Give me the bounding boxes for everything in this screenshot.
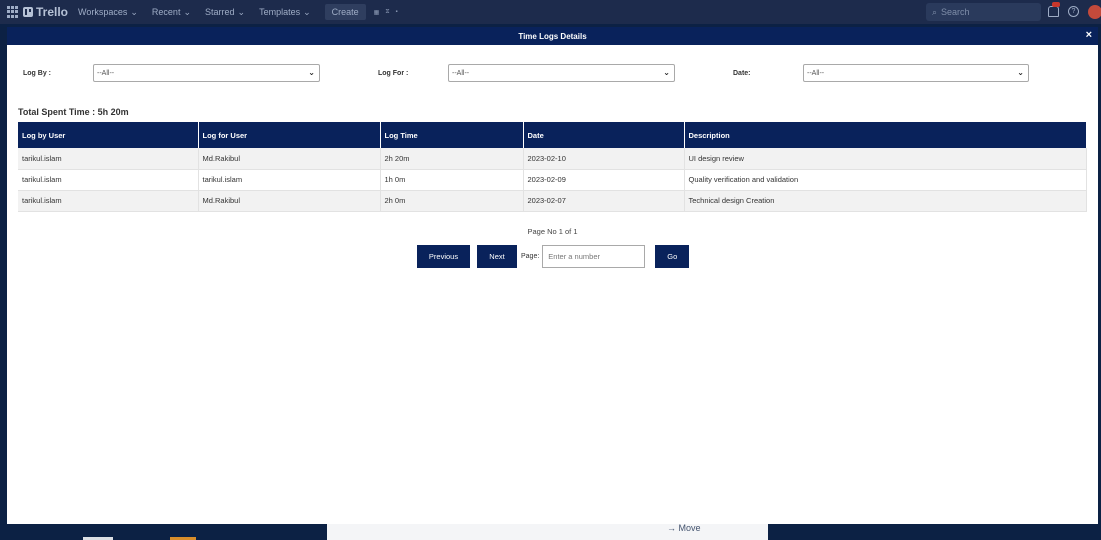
table-cell: 2h 0m (380, 190, 524, 212)
date-label: Date: (733, 70, 751, 77)
page-label: Page: (521, 253, 540, 260)
nav-starred-label: Starred (205, 7, 235, 17)
log-by-value: --All-- (97, 69, 115, 77)
pagination-controls: Previous Next Page: Enter a number Go (417, 245, 690, 268)
nav-recent-label: Recent (151, 7, 181, 17)
trello-logo-icon (23, 7, 33, 17)
close-icon[interactable]: × (1086, 29, 1092, 41)
time-logs-table: Log by User Log for User Log Time Date D… (18, 122, 1087, 212)
extension-icon[interactable]: ▪ (396, 9, 398, 15)
table-cell: tarikul.islam (18, 148, 199, 170)
table-cell: Quality verification and validation (684, 169, 1087, 191)
nav-recent[interactable]: Recent ⌄ (152, 7, 191, 18)
modal-title: Time Logs Details (518, 31, 587, 41)
table-cell: Md.Rakibul (198, 148, 381, 170)
help-icon[interactable]: ? (1068, 6, 1079, 17)
page-number-input[interactable]: Enter a number (542, 245, 646, 268)
table-cell: tarikul.islam (18, 169, 199, 191)
table-cell: Technical design Creation (684, 190, 1087, 212)
chevron-down-icon: ⌄ (183, 6, 191, 17)
table-row: tarikul.islam Md.Rakibul 2h 20m 2023-02-… (18, 148, 1087, 170)
nav-workspaces[interactable]: Workspaces ⌄ (78, 7, 138, 18)
move-link[interactable]: → Move (667, 523, 701, 533)
table-cell: 1h 0m (380, 169, 524, 191)
chevron-down-icon: ⌄ (1017, 68, 1024, 77)
log-by-label: Log By : (23, 70, 51, 77)
chevron-down-icon: ⌄ (237, 6, 246, 17)
chevron-down-icon: ⌄ (663, 68, 670, 77)
table-cell: tarikul.islam (198, 169, 381, 191)
chevron-down-icon: ⌄ (303, 6, 311, 17)
column-header: Description (684, 122, 1087, 148)
trello-brand: Trello (36, 5, 69, 19)
page-info: Page No 1 of 1 (527, 227, 578, 236)
nav-starred[interactable]: Starred ⌄ (205, 7, 245, 18)
table-cell: 2023-02-09 (523, 169, 685, 191)
log-for-label: Log For : (378, 70, 409, 77)
log-for-value: --All-- (452, 69, 470, 77)
column-header: Log for User (198, 122, 381, 148)
search-input[interactable]: ⌕ Search (926, 3, 1041, 21)
search-icon: ⌕ (932, 6, 938, 17)
log-for-select[interactable]: --All-- ⌄ (448, 64, 675, 82)
modal-header: Time Logs Details × (7, 27, 1098, 45)
nav-templates[interactable]: Templates ⌄ (259, 7, 311, 18)
table-row: tarikul.islam Md.Rakibul 2h 0m 2023-02-0… (18, 190, 1087, 212)
date-select[interactable]: --All-- ⌄ (803, 64, 1029, 82)
notifications-icon[interactable] (1048, 6, 1059, 17)
time-logs-modal: Time Logs Details × Log By : --All-- ⌄ L… (7, 27, 1098, 524)
date-value: --All-- (807, 69, 825, 77)
create-button[interactable]: Create (324, 4, 366, 20)
extension-icon[interactable]: ⧖ (385, 9, 389, 16)
nav-workspaces-label: Workspaces (78, 7, 128, 17)
notification-badge (1052, 2, 1060, 7)
nav-templates-label: Templates (259, 7, 301, 17)
avatar[interactable] (1088, 5, 1101, 19)
go-button[interactable]: Go (655, 245, 690, 268)
next-button[interactable]: Next (477, 245, 517, 268)
page-number-placeholder: Enter a number (548, 252, 600, 261)
table-cell: UI design review (684, 148, 1087, 170)
table-cell: Md.Rakibul (198, 190, 381, 212)
table-row: tarikul.islam tarikul.islam 1h 0m 2023-0… (18, 169, 1087, 191)
table-cell: 2023-02-10 (523, 148, 685, 170)
column-header: Log Time (380, 122, 524, 148)
table-cell: 2h 20m (380, 148, 524, 170)
extension-icon[interactable]: ▦ (374, 9, 380, 16)
column-header: Date (523, 122, 685, 148)
table-header-row: Log by User Log for User Log Time Date D… (18, 122, 1087, 148)
search-placeholder: Search (941, 7, 970, 17)
app-switcher-icon[interactable] (7, 6, 19, 18)
chevron-down-icon: ⌄ (308, 68, 315, 77)
table-cell: tarikul.islam (18, 190, 199, 212)
trello-topbar: Trello Workspaces ⌄ Recent ⌄ Starred ⌄ Temp… (0, 0, 1101, 24)
trello-logo[interactable]: Trello (23, 5, 68, 19)
table-cell: 2023-02-07 (523, 190, 685, 212)
previous-button[interactable]: Previous (417, 245, 470, 268)
column-header: Log by User (18, 122, 199, 148)
log-by-select[interactable]: --All-- ⌄ (93, 64, 320, 82)
total-spent-time: Total Spent Time : 5h 20m (18, 107, 129, 117)
chevron-down-icon: ⌄ (130, 6, 138, 17)
